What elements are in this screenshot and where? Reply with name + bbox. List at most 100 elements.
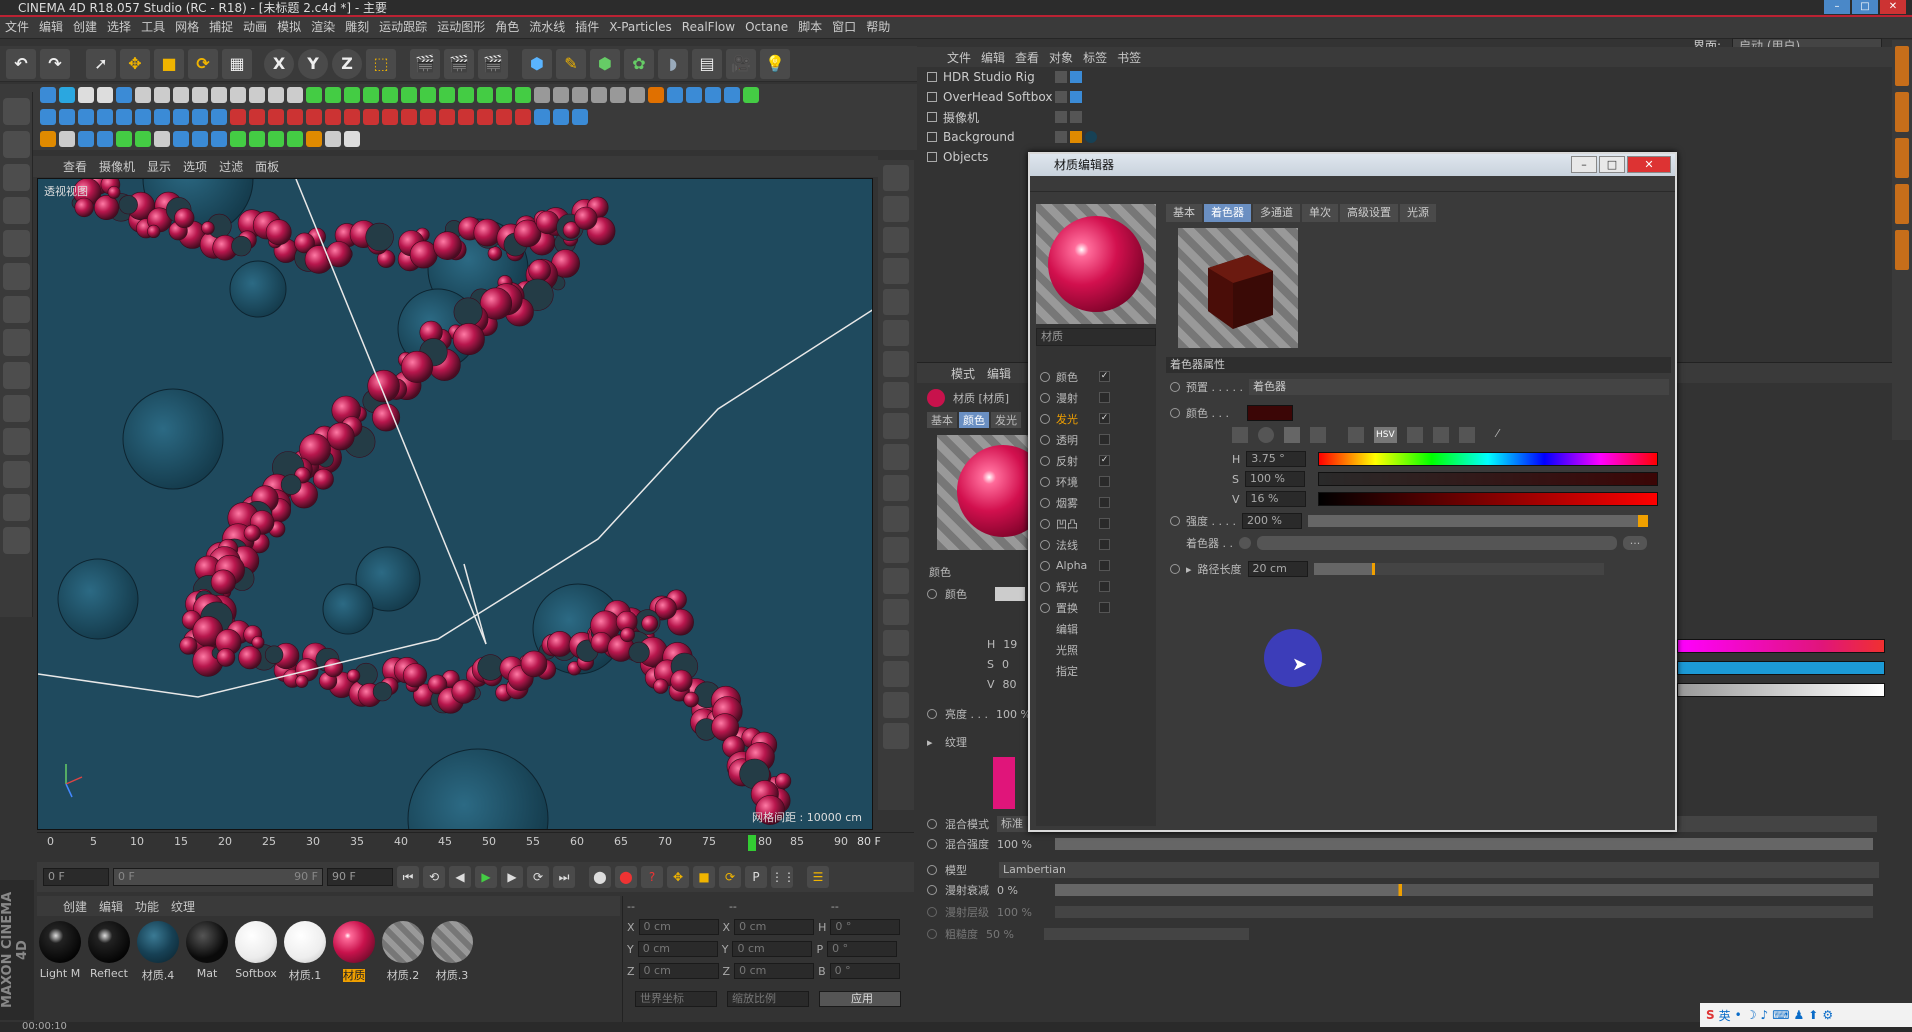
plugin-icon[interactable] [439, 87, 455, 103]
tab-multipass[interactable]: 多通道 [1253, 204, 1300, 222]
hue-slider[interactable] [1318, 452, 1658, 466]
tool-icon[interactable] [883, 568, 909, 594]
channel-checkbox[interactable] [1099, 602, 1110, 613]
workplane-icon[interactable] [3, 197, 30, 224]
plugin-icon[interactable] [59, 131, 75, 147]
channel-radio[interactable] [1040, 497, 1050, 508]
attr-tab-color[interactable]: 颜色 [959, 412, 989, 428]
attr-menu-edit[interactable]: 编辑 [987, 365, 1011, 382]
s-field[interactable]: 100 % [1244, 471, 1305, 487]
plugin-icon[interactable] [154, 109, 170, 125]
vp-menu-view[interactable]: 查看 [63, 158, 87, 175]
polygons-mode-icon[interactable] [3, 296, 30, 323]
plugin-icon[interactable] [325, 131, 341, 147]
key-rotation-icon[interactable]: ⟳ [719, 866, 741, 888]
language-icon[interactable]: 英 [1719, 1007, 1731, 1024]
plugin-icon[interactable] [211, 87, 227, 103]
blend-strength-value[interactable]: 100 % [997, 838, 1047, 851]
plugin-icon[interactable] [458, 109, 474, 125]
menu-animate[interactable]: 动画 [238, 17, 272, 38]
pen-icon[interactable]: ✎ [556, 48, 586, 79]
plugin-icon[interactable] [40, 109, 56, 125]
channel-radio[interactable] [1040, 455, 1050, 466]
material-swatch[interactable]: Reflect [86, 921, 132, 980]
plugin-icon[interactable] [477, 109, 493, 125]
plugin-icon[interactable] [344, 87, 360, 103]
channel-checkbox[interactable] [1099, 581, 1110, 592]
plugin-icon[interactable] [211, 109, 227, 125]
plugin-icon[interactable] [420, 109, 436, 125]
channel-checkbox[interactable]: ✓ [1099, 413, 1110, 424]
material-swatch[interactable]: 材质.3 [429, 921, 475, 983]
diffuse-falloff-slider[interactable] [1055, 884, 1873, 896]
position-z-field[interactable]: 0 cm [638, 963, 719, 979]
play-icon[interactable]: ▶ [475, 866, 497, 888]
eyedropper-icon[interactable]: ⁄ [1497, 427, 1513, 443]
render-picture-viewer-icon[interactable]: 🎬 [444, 48, 474, 79]
record-icon[interactable]: ⬤ [589, 866, 611, 888]
s-value[interactable]: 0 [1002, 658, 1009, 671]
expand-arrow-icon[interactable]: ▸ [1186, 563, 1192, 576]
plugin-icon[interactable] [97, 87, 113, 103]
plugin-icon[interactable] [401, 109, 417, 125]
plugin-icon[interactable] [591, 87, 607, 103]
diffuse-level-slider[interactable] [1055, 906, 1873, 918]
menu-render[interactable]: 渲染 [306, 17, 340, 38]
channel-bump[interactable]: 凹凸 [1036, 513, 1156, 534]
plugin-icon[interactable] [192, 131, 208, 147]
menu-motion-tracking[interactable]: 运动跟踪 [374, 17, 432, 38]
maximize-button[interactable]: □ [1852, 0, 1878, 14]
side-tab-attributes[interactable] [1895, 230, 1909, 270]
texture-mode-icon[interactable] [3, 164, 30, 191]
plugin-icon[interactable] [230, 131, 246, 147]
cube-icon[interactable]: ⬢ [522, 48, 552, 79]
channel-checkbox[interactable] [1099, 497, 1110, 508]
key-position-icon[interactable]: ✥ [667, 866, 689, 888]
channel-displacement[interactable]: 置换 [1036, 597, 1156, 618]
plugin-icon[interactable] [249, 109, 265, 125]
close-button[interactable]: ✕ [1880, 0, 1906, 14]
obj-menu-tags[interactable]: 标签 [1083, 49, 1107, 66]
obj-menu-file[interactable]: 文件 [947, 49, 971, 66]
material-swatch[interactable]: 材质.2 [380, 921, 426, 983]
mat-menu-edit[interactable]: 编辑 [99, 898, 123, 915]
mat-menu-texture[interactable]: 纹理 [171, 898, 195, 915]
settings-icon[interactable]: ⚙ [1822, 1008, 1833, 1022]
plugin-icon[interactable] [344, 131, 360, 147]
channel-radio[interactable] [1040, 371, 1050, 382]
menu-create[interactable]: 创建 [68, 17, 102, 38]
tool-icon[interactable] [883, 537, 909, 563]
attr-tab-basic[interactable]: 基本 [927, 412, 957, 428]
deformer-icon[interactable]: ◗ [658, 48, 688, 79]
keyframe-selection-icon[interactable]: ? [641, 866, 663, 888]
tool-icon[interactable] [883, 475, 909, 501]
plugin-icon[interactable] [59, 87, 75, 103]
dialog-close-button[interactable]: ✕ [1627, 156, 1671, 173]
plugin-icon[interactable] [382, 109, 398, 125]
vp-menu-cameras[interactable]: 摄像机 [99, 158, 135, 175]
value-slider[interactable] [1318, 492, 1658, 506]
channel-checkbox[interactable] [1099, 560, 1110, 571]
material-swatch[interactable]: Softbox [233, 921, 279, 980]
plugin-icon[interactable] [572, 109, 588, 125]
animate-radio[interactable] [927, 839, 937, 849]
spectrum-icon[interactable] [1284, 427, 1300, 443]
camera-icon[interactable]: 🎥 [726, 48, 756, 79]
visibility-icon[interactable] [1055, 131, 1067, 143]
prev-key-icon[interactable]: ⟲ [423, 866, 445, 888]
channel-luminance[interactable]: 发光 ✓ [1036, 408, 1156, 429]
vp-menu-panel[interactable]: 面板 [255, 158, 279, 175]
animate-radio[interactable] [927, 929, 937, 939]
path-length-field[interactable]: 20 cm [1247, 561, 1308, 577]
visibility-icon[interactable] [1055, 91, 1067, 103]
animate-radio[interactable] [927, 709, 937, 719]
plugin-icon[interactable] [496, 87, 512, 103]
goto-end-icon[interactable]: ⏭ [553, 866, 575, 888]
menu-window[interactable]: 窗口 [827, 17, 861, 38]
plugin-icon[interactable] [249, 87, 265, 103]
select-icon[interactable]: ➚ [86, 48, 116, 79]
menu-snap[interactable]: 捕捉 [204, 17, 238, 38]
object-row[interactable]: Background [917, 127, 1892, 147]
plugin-icon[interactable] [287, 109, 303, 125]
tool-icon[interactable] [883, 258, 909, 284]
